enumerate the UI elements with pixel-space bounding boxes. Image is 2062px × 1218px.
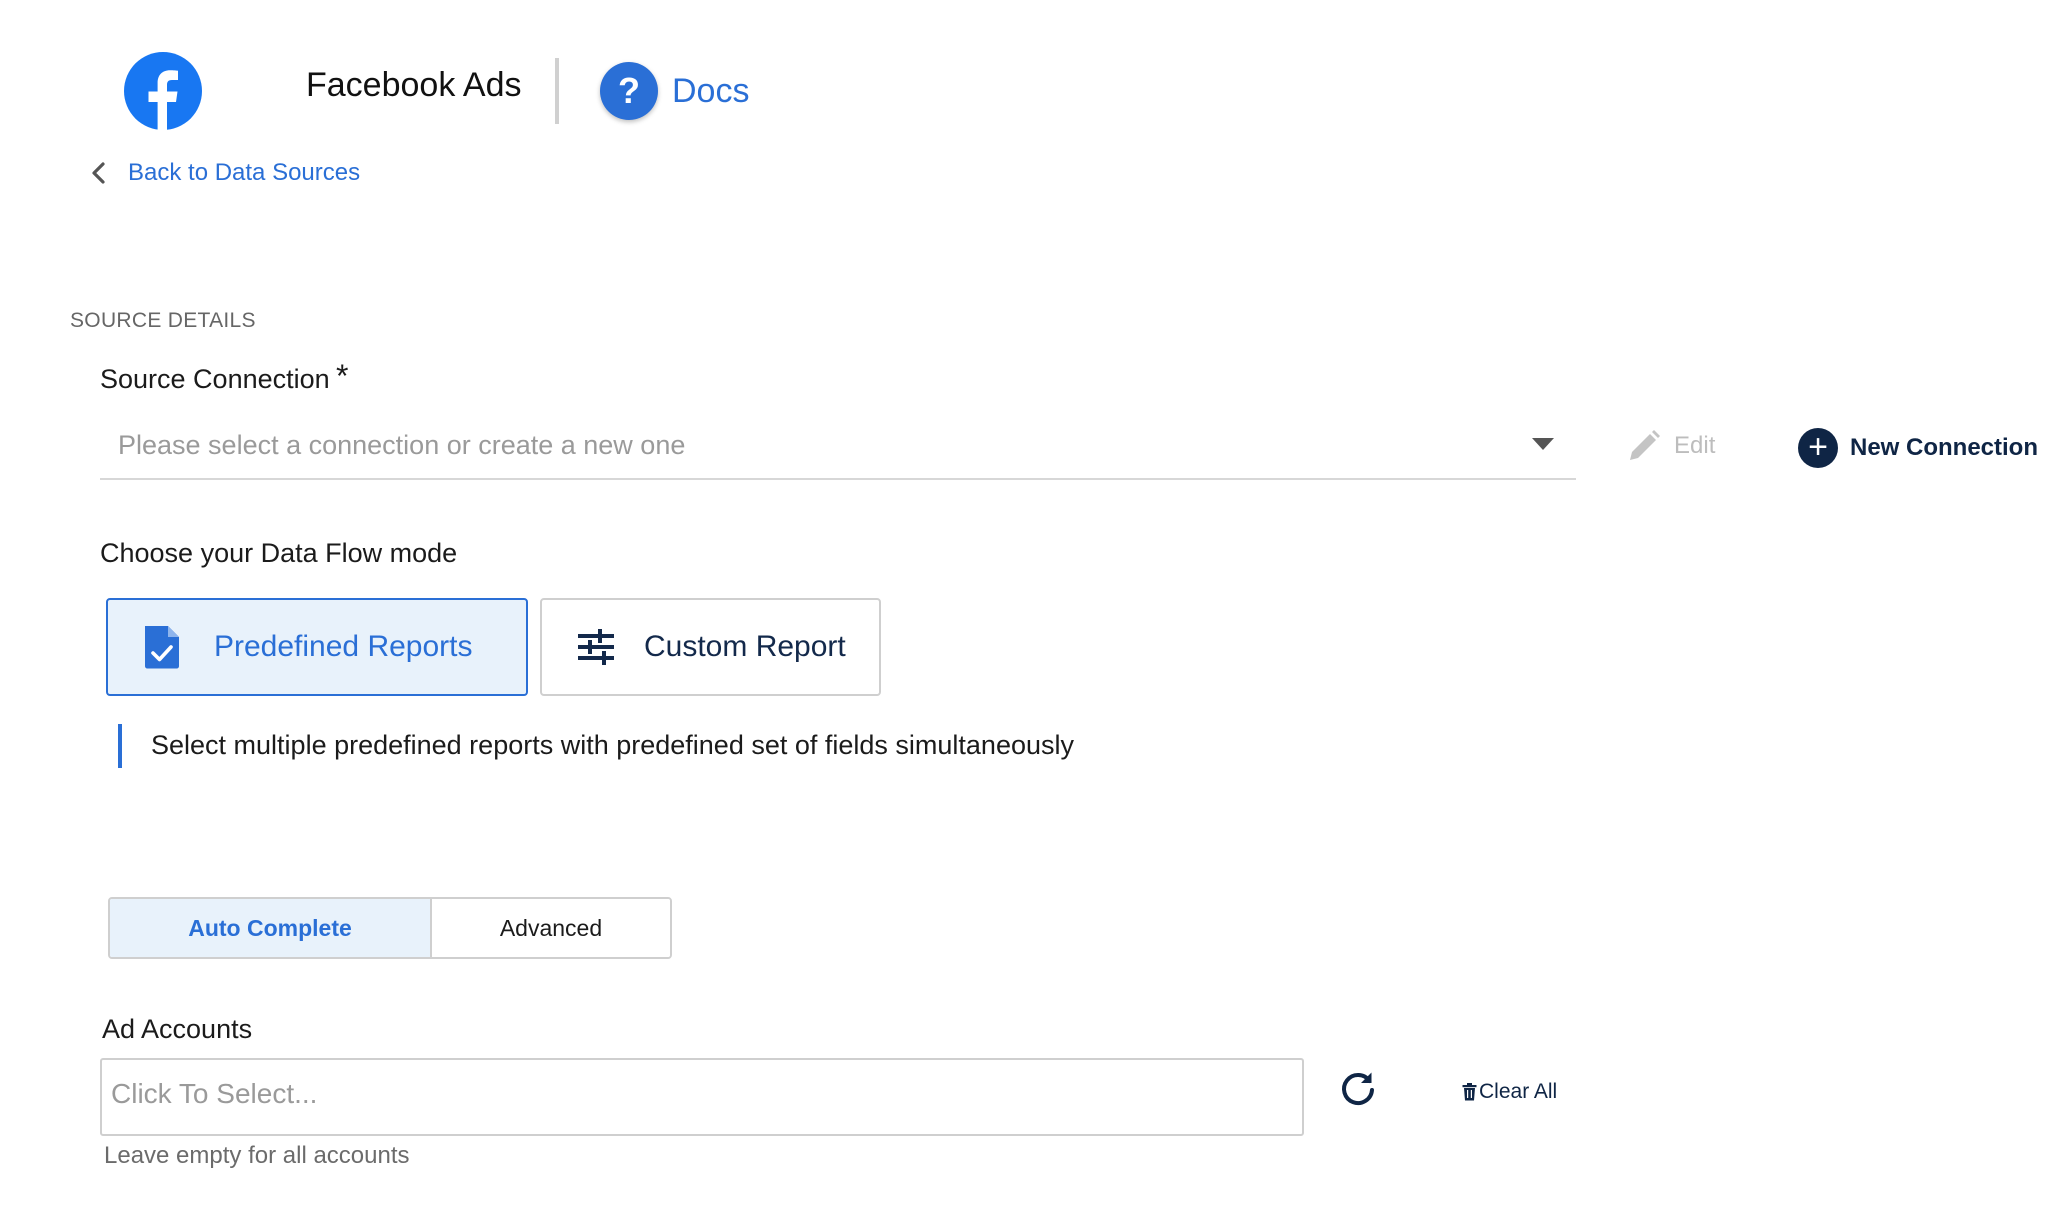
required-marker: * [336, 358, 349, 394]
ad-accounts-label: Ad Accounts [102, 1014, 253, 1044]
header-divider [555, 58, 559, 124]
flow-mode-hint: Select multiple predefined reports with … [151, 730, 1074, 760]
clear-all-label: Clear All [1479, 1080, 1558, 1103]
docs-label: Docs [672, 71, 750, 110]
custom-report-option[interactable]: Custom Report [540, 598, 881, 696]
section-title: SOURCE DETAILS [70, 309, 256, 332]
predefined-reports-label: Predefined Reports [214, 630, 473, 663]
refresh-icon[interactable] [1336, 1068, 1380, 1112]
data-flow-mode-label: Choose your Data Flow mode [100, 538, 458, 568]
pencil-icon [1630, 430, 1660, 460]
ad-accounts-placeholder: Click To Select... [111, 1078, 318, 1109]
new-connection-button[interactable]: + New Connection [1798, 428, 2038, 468]
hint-accent-bar [118, 724, 122, 768]
ad-accounts-input[interactable]: Click To Select... [100, 1058, 1304, 1136]
edit-label: Edit [1674, 432, 1716, 459]
input-mode-toggle: Auto Complete Advanced [108, 897, 672, 959]
sliders-icon [578, 629, 614, 665]
plus-circle-icon: + [1798, 428, 1838, 468]
source-connection-placeholder: Please select a connection or create a n… [118, 430, 686, 460]
auto-complete-tab[interactable]: Auto Complete [110, 899, 432, 957]
edit-connection-button[interactable]: Edit [1626, 428, 1715, 464]
back-label: Back to Data Sources [128, 159, 361, 186]
new-connection-label: New Connection [1850, 434, 2039, 461]
clear-all-button[interactable]: Clear All [1462, 1080, 1557, 1104]
document-check-icon [145, 626, 179, 669]
dropdown-caret-icon [1532, 438, 1554, 450]
help-icon: ? [600, 62, 658, 120]
ad-accounts-hint: Leave empty for all accounts [104, 1142, 410, 1169]
facebook-logo-icon [124, 52, 202, 130]
source-connection-label: Source Connection [100, 364, 330, 394]
docs-link[interactable]: ? Docs [600, 60, 749, 122]
chevron-left-icon [92, 162, 105, 184]
trash-icon [1462, 1083, 1477, 1101]
predefined-reports-option[interactable]: Predefined Reports [106, 598, 528, 696]
advanced-tab[interactable]: Advanced [432, 899, 670, 957]
app-title: Facebook Ads [306, 66, 522, 104]
custom-report-label: Custom Report [644, 630, 846, 663]
back-to-data-sources-link[interactable]: Back to Data Sources [84, 158, 360, 188]
source-connection-select[interactable]: Please select a connection or create a n… [100, 418, 1576, 480]
